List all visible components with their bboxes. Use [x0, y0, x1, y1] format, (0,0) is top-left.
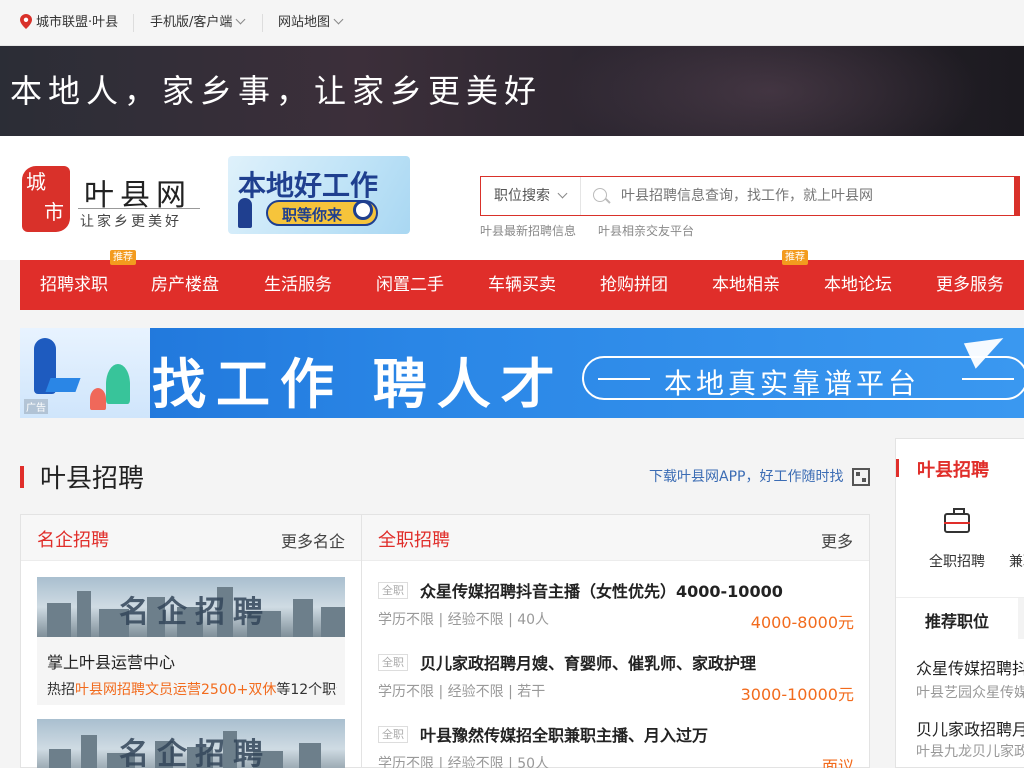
mobile-client-link[interactable]: 手机版/客户端	[150, 0, 246, 46]
site-header: 城 市 叶县网 让家乡更美好 本地好工作 职等你来 职位搜索 叶县最新招聘信息叶…	[0, 136, 1024, 260]
chevron-down-icon	[557, 188, 568, 199]
sidebar-recruit: 叶县招聘 全职招聘 兼职招聘 推荐职位 众星传媒招聘抖音主播 叶县艺园众星传媒 …	[895, 438, 1024, 768]
banner-pill: 本地真实靠谱平台	[582, 356, 1024, 400]
search-icon	[593, 188, 607, 202]
mobile-client-label: 手机版/客户端	[150, 15, 233, 30]
nav-item-forum[interactable]: 本地论坛	[824, 260, 892, 310]
tab-recommended[interactable]: 推荐职位	[896, 598, 1018, 640]
hot-links: 叶县最新招聘信息 叶县相亲交友平台	[480, 222, 716, 239]
panel-title: 名企招聘	[37, 530, 109, 551]
sidebar-tabs: 推荐职位	[896, 597, 1024, 640]
recommend-badge: 推荐	[782, 250, 808, 265]
nav-item-dating[interactable]: 本地相亲	[712, 260, 780, 310]
job-title[interactable]: 叶县豫然传媒招全职兼职主播、月入过万	[420, 722, 708, 746]
company-card[interactable]: 名企招聘	[37, 719, 345, 768]
nav-item-secondhand[interactable]: 闲置二手	[376, 260, 444, 310]
download-app-link[interactable]: 下载叶县网APP，好工作随时找	[649, 466, 843, 486]
company-hot-jobs: 热招叶县网招聘文员运营2500+双休等12个职位	[47, 682, 337, 698]
job-title[interactable]: 贝儿家政招聘月嫂、育婴师、催乳师、家政护理	[420, 650, 756, 674]
hero-banner: 本地人，家乡事，让家乡更美好	[0, 46, 1024, 136]
search-category-select[interactable]: 职位搜索	[481, 177, 581, 215]
nav-item-realestate[interactable]: 房产楼盘	[151, 260, 219, 310]
nav-item-jobs[interactable]: 招聘求职	[40, 260, 108, 310]
company-name: 掌上叶县运营中心	[47, 653, 176, 672]
job-salary: 3000-10000元	[740, 685, 854, 704]
quick-link-fulltime[interactable]: 全职招聘	[929, 551, 985, 571]
company-banner-image: 名企招聘	[37, 577, 345, 637]
nav-item-more[interactable]: 更多服务	[936, 260, 1004, 310]
logo-divider	[78, 208, 200, 209]
job-listing[interactable]: 全职 贝儿家政招聘月嫂、育婴师、催乳师、家政护理 学历不限 | 经验不限 | 若…	[378, 649, 854, 721]
section-header: 叶县招聘 下载叶县网APP，好工作随时找	[20, 438, 876, 514]
job-meta: 学历不限 | 经验不限 | 50人	[378, 756, 550, 768]
banner-headline: 找工作 聘人才	[152, 353, 565, 416]
hot-link[interactable]: 叶县相亲交友平台	[598, 224, 694, 238]
nav-item-vehicles[interactable]: 车辆买卖	[488, 260, 556, 310]
famous-company-panel: 名企招聘 更多名企 名企招聘 掌上叶县运营中心 热招叶县网招聘文员运营2500+…	[20, 514, 362, 768]
sidebar-job-company: 叶县艺园众星传媒	[916, 685, 1024, 701]
hot-link[interactable]: 叶县最新招聘信息	[480, 224, 576, 238]
ad-label: 广告	[24, 399, 48, 414]
quick-link-parttime[interactable]: 兼职招聘	[1009, 551, 1024, 571]
section-title: 叶县招聘	[40, 464, 145, 494]
nav-item-life-services[interactable]: 生活服务	[264, 260, 332, 310]
search-input[interactable]	[621, 183, 1011, 209]
logo-seal[interactable]: 城 市	[22, 166, 70, 232]
city-alliance-label: 城市联盟·叶县	[36, 15, 119, 30]
logo-tagline: 让家乡更美好	[80, 214, 182, 230]
job-meta: 学历不限 | 经验不限 | 40人	[378, 612, 550, 628]
qr-code-icon[interactable]	[852, 468, 870, 486]
panel-header: 全职招聘 更多	[362, 515, 869, 561]
recruit-banner-ad[interactable]: 广告 找工作 聘人才 本地真实靠谱平台	[20, 328, 1024, 418]
company-card[interactable]: 名企招聘 掌上叶县运营中心 热招叶县网招聘文员运营2500+双休等12个职位	[37, 577, 345, 705]
job-listing[interactable]: 全职 叶县豫然传媒招全职兼职主播、月入过万 学历不限 | 经验不限 | 50人 …	[378, 721, 854, 768]
chevron-down-icon	[333, 14, 344, 25]
sidebar-title: 叶县招聘	[917, 460, 989, 481]
chevron-down-icon	[235, 14, 246, 25]
job-salary: 面议	[821, 757, 854, 768]
hero-slogan: 本地人，家乡事，让家乡更美好	[10, 72, 543, 110]
panel-title: 全职招聘	[378, 530, 450, 551]
divider	[262, 14, 263, 32]
divider	[133, 14, 134, 32]
job-promo-ad[interactable]: 本地好工作 职等你来	[228, 156, 410, 234]
person-icon	[238, 198, 252, 228]
nav-item-group-buy[interactable]: 抢购拼团	[600, 260, 668, 310]
search-button[interactable]	[1014, 176, 1020, 216]
recommend-badge: 推荐	[110, 250, 136, 265]
job-title[interactable]: 众星传媒招聘抖音主播（女性优先）4000-10000	[420, 578, 783, 602]
location-pin-icon	[20, 14, 32, 29]
sidebar-job-company: 叶县九龙贝儿家政	[916, 744, 1024, 760]
magnifier-icon	[353, 200, 373, 220]
sitemap-label: 网站地图	[278, 15, 331, 30]
panel-header: 名企招聘 更多名企	[21, 515, 361, 561]
job-ad-headline: 本地好工作	[238, 169, 379, 202]
job-listing[interactable]: 全职 众星传媒招聘抖音主播（女性优先）4000-10000 学历不限 | 经验不…	[378, 577, 854, 649]
hot-job-link[interactable]: 叶县网招聘文员运营2500+双休	[75, 682, 276, 698]
city-alliance-link[interactable]: 城市联盟·叶县	[20, 0, 118, 46]
fulltime-jobs-panel: 全职招聘 更多 全职 众星传媒招聘抖音主播（女性优先）4000-10000 学历…	[361, 514, 870, 768]
job-meta: 学历不限 | 经验不限 | 若干	[378, 684, 546, 700]
search-bar: 职位搜索	[480, 176, 1020, 216]
more-jobs-link[interactable]: 更多	[821, 528, 853, 552]
job-type-tag: 全职	[378, 582, 408, 599]
job-type-tag: 全职	[378, 654, 408, 671]
sitemap-link[interactable]: 网站地图	[278, 0, 344, 46]
sidebar-job-title[interactable]: 众星传媒招聘抖音主播	[916, 655, 1024, 679]
sidebar-job-title[interactable]: 贝儿家政招聘月嫂	[916, 716, 1024, 740]
main-nav: 招聘求职 推荐 房产楼盘 生活服务 闲置二手 车辆买卖 抢购拼团 本地相亲 推荐…	[20, 250, 1024, 310]
job-type-tag: 全职	[378, 726, 408, 743]
more-companies-link[interactable]: 更多名企	[281, 528, 345, 552]
briefcase-icon	[944, 508, 970, 533]
job-salary: 4000-8000元	[750, 613, 854, 632]
top-bar: 城市联盟·叶县 手机版/客户端 网站地图	[0, 0, 1024, 46]
company-banner-image: 名企招聘	[37, 719, 345, 768]
